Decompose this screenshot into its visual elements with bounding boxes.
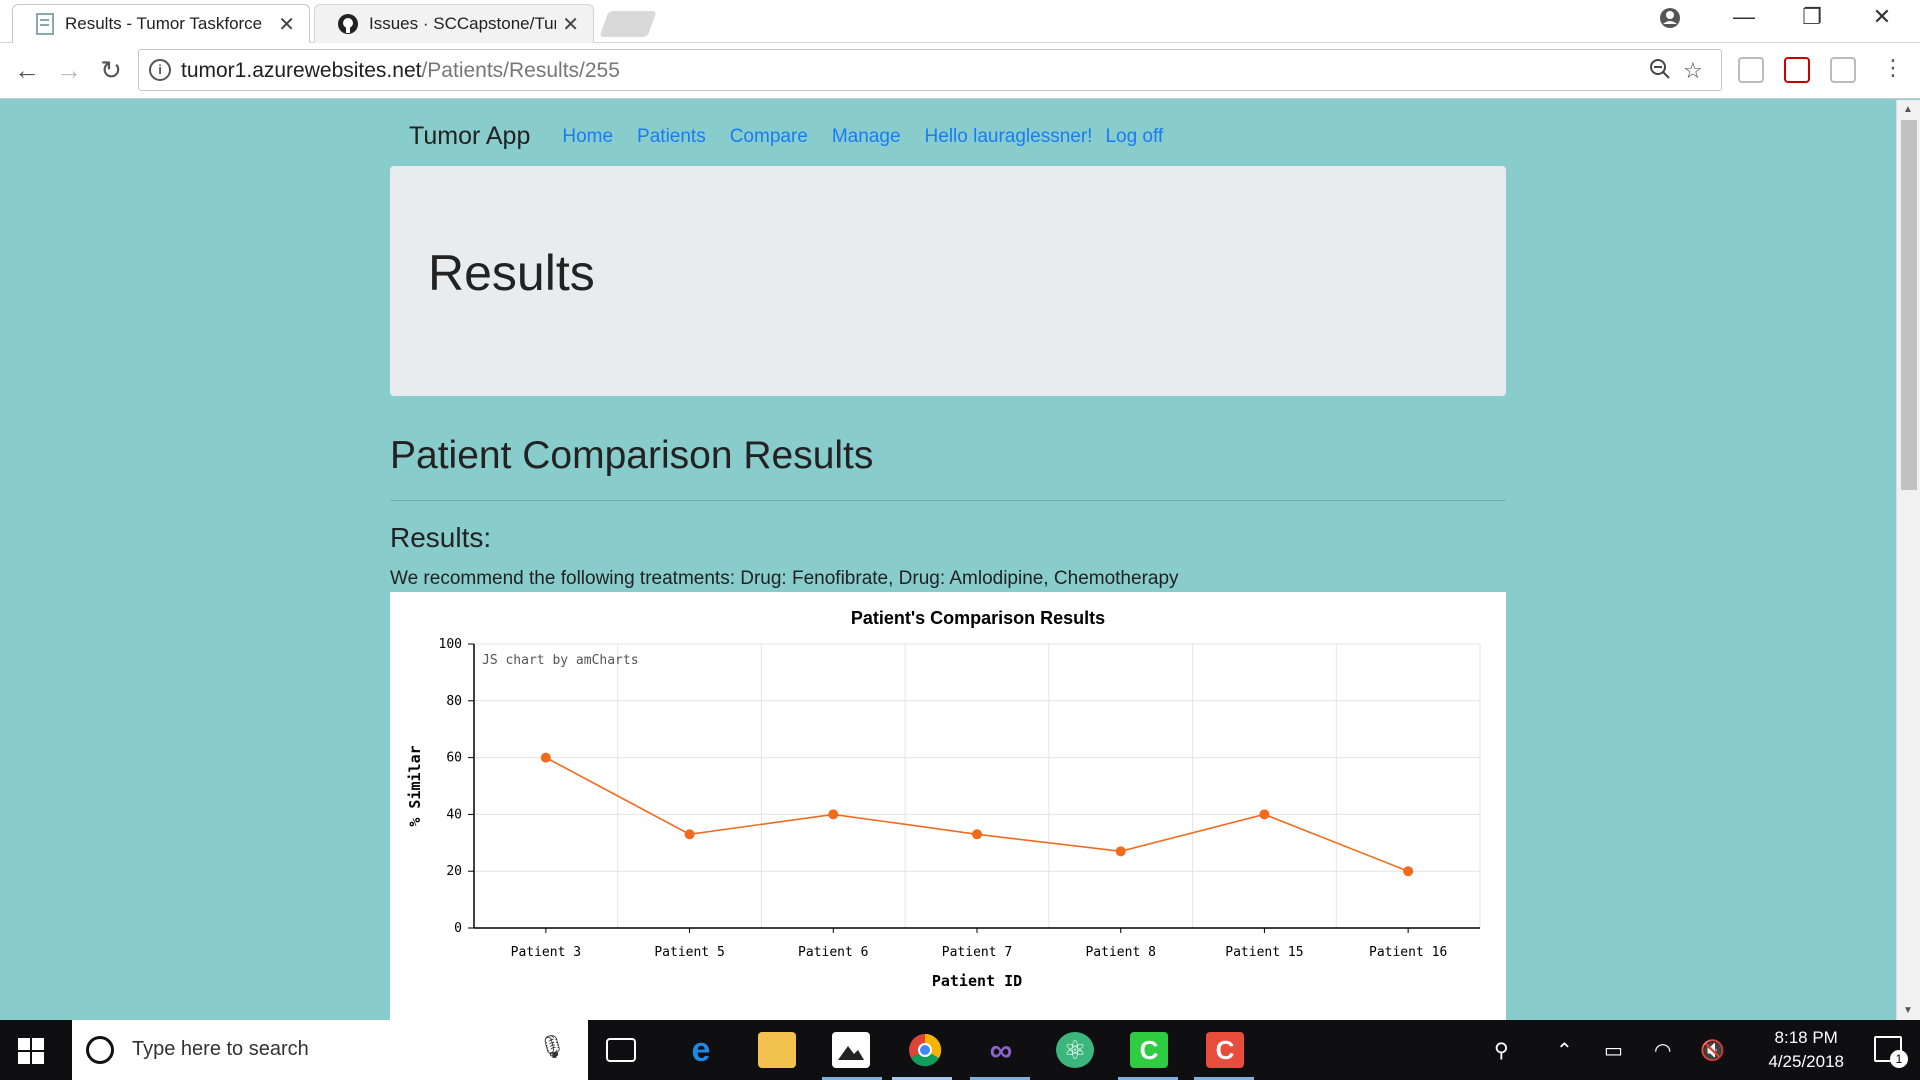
new-tab-button[interactable]: [599, 11, 657, 37]
taskbar-search-box[interactable]: Type here to search 🎙: [72, 1020, 588, 1080]
data-point: [1115, 846, 1126, 857]
y-tick-label: 100: [439, 637, 462, 652]
x-tick-label: Patient 16: [1369, 945, 1447, 960]
minimize-button[interactable]: —: [1724, 4, 1764, 30]
clock-date: 4/25/2018: [1768, 1052, 1844, 1071]
profile-icon[interactable]: [1658, 6, 1682, 30]
windows-start-icon[interactable]: [18, 1038, 44, 1064]
chart-credit: JS chart by amCharts: [482, 653, 639, 668]
action-center-icon[interactable]: 1: [1874, 1036, 1908, 1068]
file-explorer-icon[interactable]: [758, 1032, 796, 1068]
data-point: [1259, 809, 1270, 820]
pocket-extension-icon[interactable]: [1784, 57, 1810, 83]
volume-muted-icon[interactable]: 🔇: [1700, 1038, 1725, 1063]
url-path: /Patients/Results/255: [421, 59, 620, 82]
comparison-chart: Patient's Comparison Results 0 20 40 60 80 100…: [390, 592, 1506, 1020]
y-tick-label: 0: [454, 921, 462, 936]
scrollbar-thumb[interactable]: [1901, 120, 1917, 490]
y-axis-title: % Similar: [406, 745, 424, 826]
nav-manage-link[interactable]: Manage: [832, 126, 901, 148]
people-icon[interactable]: ⚲: [1494, 1038, 1509, 1063]
site-info-icon[interactable]: i: [149, 59, 171, 81]
x-tick-label: Patient 6: [798, 945, 868, 960]
photos-icon[interactable]: [832, 1032, 870, 1068]
x-tick-label: Patient 3: [511, 945, 581, 960]
tab-title: Results - Tumor Taskforce: [65, 14, 263, 33]
recommendation-text: We recommend the following treatments: D…: [390, 568, 1179, 589]
github-icon: [338, 14, 358, 34]
search-placeholder: Type here to search: [132, 1038, 309, 1060]
scroll-down-icon[interactable]: ▼: [1903, 1005, 1913, 1016]
camtasia-green-icon[interactable]: C: [1130, 1032, 1168, 1068]
data-point: [972, 829, 982, 840]
microphone-icon[interactable]: 🎙: [538, 1034, 566, 1060]
nav-patients-link[interactable]: Patients: [637, 126, 706, 148]
windows-taskbar: Type here to search 🎙 e ∞ ⚛ C C ⚲ ⌃ ▭ ◠ …: [0, 1020, 1920, 1080]
cortana-icon[interactable]: [86, 1036, 114, 1064]
section-heading: Patient Comparison Results: [390, 434, 874, 477]
tab-title: Issues · SCCapstone/Tumor: [369, 14, 556, 33]
task-view-icon[interactable]: [606, 1038, 636, 1062]
browser-tab-strip: Results - Tumor Taskforce ✕ Issues · SCC…: [0, 0, 1920, 43]
battery-icon[interactable]: ▭: [1604, 1038, 1623, 1063]
nav-home-link[interactable]: Home: [562, 126, 613, 148]
logoff-link[interactable]: Log off: [1105, 126, 1163, 148]
taskbar-clock[interactable]: 8:18 PM 4/25/2018: [1768, 1026, 1844, 1074]
edge-browser-icon[interactable]: e: [682, 1031, 720, 1069]
camtasia-red-icon[interactable]: C: [1206, 1032, 1244, 1068]
forward-arrow-icon[interactable]: →: [52, 55, 86, 86]
data-point: [1403, 866, 1414, 877]
tab-close-icon[interactable]: ✕: [278, 12, 295, 37]
x-axis-title: Patient ID: [932, 972, 1022, 990]
x-tick-label: Patient 7: [942, 945, 1012, 960]
notification-count: 1: [1890, 1050, 1908, 1068]
close-window-button[interactable]: ✕: [1862, 4, 1902, 30]
data-point: [684, 829, 695, 840]
tab-issues[interactable]: Issues · SCCapstone/Tumor ✕: [314, 4, 594, 43]
scroll-up-icon[interactable]: ▲: [1903, 104, 1913, 115]
zoom-icon[interactable]: [1649, 58, 1671, 86]
brand-link[interactable]: Tumor App: [409, 122, 530, 151]
chrome-icon[interactable]: [906, 1032, 944, 1068]
y-tick-label: 60: [446, 751, 462, 766]
page-viewport: Tumor App Home Patients Compare Manage H…: [0, 100, 1896, 1020]
tab-close-icon[interactable]: ✕: [562, 12, 579, 37]
reload-icon[interactable]: ↻: [94, 55, 128, 86]
show-hidden-icons-chevron-icon[interactable]: ⌃: [1556, 1038, 1573, 1063]
y-tick-label: 20: [446, 864, 462, 879]
results-subheading: Results:: [390, 522, 492, 553]
atom-editor-icon[interactable]: ⚛: [1056, 1032, 1094, 1068]
divider: [390, 500, 1506, 501]
x-tick-label: Patient 8: [1085, 945, 1155, 960]
tab-results[interactable]: Results - Tumor Taskforce ✕: [12, 4, 310, 43]
bookmark-star-icon[interactable]: ☆: [1683, 58, 1703, 84]
restore-button[interactable]: ❐: [1792, 4, 1832, 30]
url-host: tumor1.azurewebsites.net: [181, 59, 422, 82]
extension-icon[interactable]: [1738, 57, 1764, 83]
nav-compare-link[interactable]: Compare: [730, 126, 808, 148]
data-point: [540, 752, 551, 763]
menu-icon[interactable]: ⋮: [1876, 55, 1910, 81]
data-point: [828, 809, 839, 820]
y-tick-label: 80: [446, 694, 462, 709]
page-favicon-icon: [36, 13, 54, 35]
y-tick-label: 40: [446, 807, 462, 822]
css-extension-icon[interactable]: [1830, 57, 1856, 83]
jumbotron: Results: [390, 166, 1506, 396]
chart-svg: Patient's Comparison Results 0 20 40 60 80 100…: [406, 608, 1481, 990]
visual-studio-icon[interactable]: ∞: [982, 1032, 1020, 1068]
x-tick-label: Patient 5: [654, 945, 724, 960]
clock-time: 8:18 PM: [1774, 1028, 1838, 1047]
url-text: tumor1.azurewebsites.net/Patients/Result…: [181, 59, 620, 83]
site-navbar: Tumor App Home Patients Compare Manage H…: [409, 122, 1187, 151]
browser-toolbar: ← → ↻ i tumor1.azurewebsites.net/Patient…: [0, 43, 1920, 99]
page-scrollbar[interactable]: ▲ ▼: [1896, 100, 1920, 1020]
wifi-icon[interactable]: ◠: [1654, 1038, 1671, 1063]
chart-title: Patient's Comparison Results: [851, 608, 1105, 628]
address-bar[interactable]: i tumor1.azurewebsites.net/Patients/Resu…: [138, 49, 1722, 91]
account-greeting-link[interactable]: Hello lauraglessner!: [925, 126, 1093, 148]
back-arrow-icon[interactable]: ←: [10, 55, 44, 86]
x-tick-label: Patient 15: [1225, 945, 1303, 960]
page-title: Results: [428, 245, 595, 301]
